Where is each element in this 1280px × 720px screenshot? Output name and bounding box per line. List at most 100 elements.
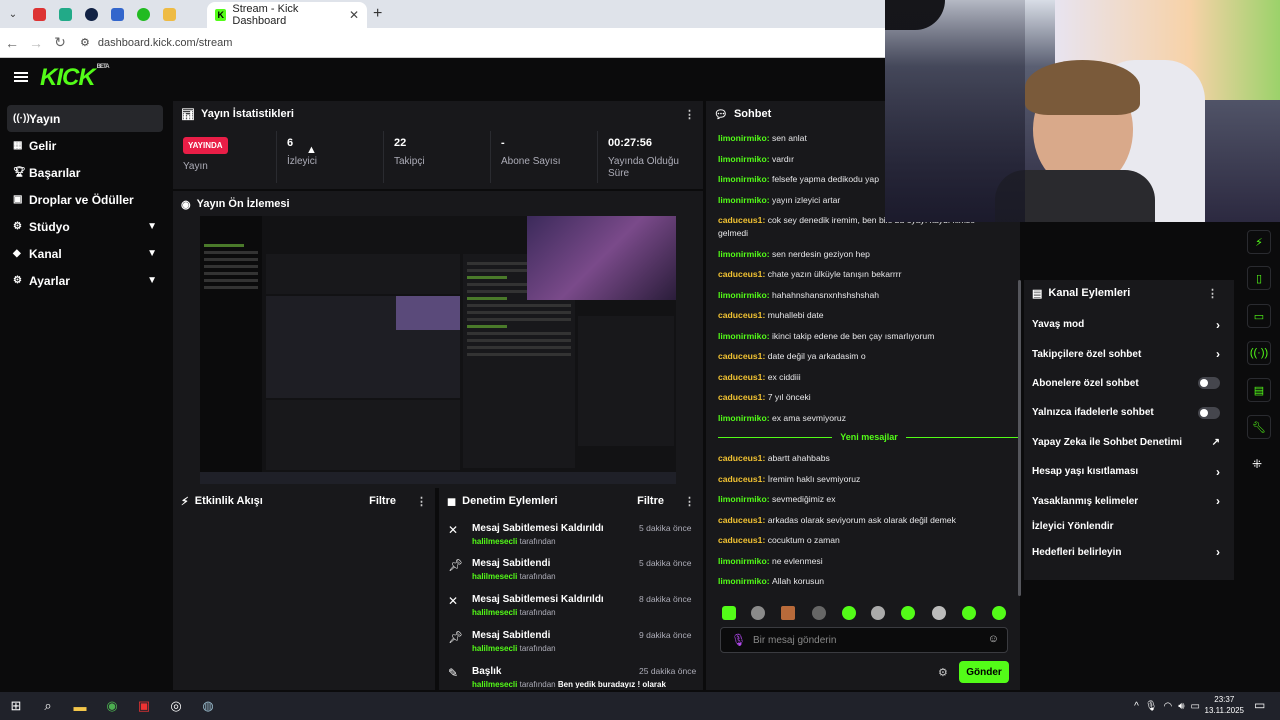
chat-username[interactable]: caduceus1: [718, 453, 762, 463]
toggle-switch[interactable]: [1198, 377, 1220, 390]
emote-icon[interactable]: [722, 606, 736, 620]
emote-icon[interactable]: [992, 606, 1006, 620]
chat-username[interactable]: caduceus1: [718, 515, 762, 525]
close-tab-icon[interactable]: ✕: [349, 8, 359, 22]
chat-bubble-icon[interactable]: ▭: [1247, 304, 1271, 328]
sidebar-item-kanal[interactable]: ◆ Kanal ▼: [7, 240, 163, 267]
chrome-icon[interactable]: ◉: [96, 692, 128, 720]
action-izleyici-yonlendir[interactable]: İzleyici Yönlendir: [1024, 516, 1234, 538]
document-icon[interactable]: ▯: [1247, 266, 1271, 290]
mod-user[interactable]: halilmesecli: [472, 537, 517, 546]
tab-favicon[interactable]: [130, 0, 156, 28]
chat-username[interactable]: limonirmiko: [718, 133, 767, 143]
steam-icon[interactable]: ◍: [192, 692, 224, 720]
chat-username[interactable]: caduceus1: [718, 310, 762, 320]
site-info-icon[interactable]: ⚙: [80, 36, 90, 49]
wifi-icon[interactable]: ◠: [1164, 701, 1173, 712]
chat-username[interactable]: caduceus1: [718, 269, 762, 279]
chat-scrollbar[interactable]: [1018, 280, 1021, 596]
sidebar-item-studyo[interactable]: ⚙ Stüdyo ▼: [7, 213, 163, 240]
action-takipci-sohbet[interactable]: Takipçilere özel sohbet ›: [1024, 339, 1234, 368]
wrench-icon[interactable]: 🔧︎: [1247, 415, 1271, 439]
mod-user[interactable]: halilmesecli: [472, 572, 517, 581]
emote-icon[interactable]: [871, 606, 885, 620]
chat-input[interactable]: 🎙︎ Bir mesaj gönderin ☺: [720, 627, 1008, 653]
emoji-picker-icon[interactable]: ☺: [988, 633, 999, 645]
mic-icon[interactable]: 🎙︎: [731, 633, 746, 647]
chat-username[interactable]: caduceus1: [718, 474, 762, 484]
chat-username[interactable]: caduceus1: [718, 215, 762, 225]
chat-username[interactable]: caduceus1: [718, 351, 762, 361]
extensions-icon[interactable]: ⁜: [1252, 457, 1262, 471]
kebab-icon[interactable]: ⋮: [684, 108, 695, 121]
action-hesap-yasi[interactable]: Hesap yaşı kısıtlaması ›: [1024, 457, 1234, 486]
toggle-switch[interactable]: [1198, 406, 1220, 419]
kebab-icon[interactable]: ⋮: [684, 495, 695, 508]
action-hedefler[interactable]: Hedefleri belirleyin ›: [1024, 538, 1234, 567]
windows-start-icon[interactable]: ⊞: [0, 692, 32, 720]
search-icon[interactable]: ⌕: [32, 692, 64, 720]
sidebar-item-ayarlar[interactable]: ⚙ Ayarlar ▼: [7, 267, 163, 294]
tab-list-icon[interactable]: ⌄: [0, 0, 26, 28]
chevron-up-icon[interactable]: ^: [1134, 701, 1139, 712]
file-explorer-icon[interactable]: ▬: [64, 692, 96, 720]
sidebar-item-basarilar[interactable]: 🏆︎ Başarılar: [7, 159, 163, 186]
reload-icon[interactable]: ↻: [48, 34, 72, 51]
app-icon[interactable]: ▣: [128, 692, 160, 720]
forward-icon[interactable]: →: [24, 35, 48, 51]
filter-button[interactable]: Filtre: [637, 495, 664, 507]
chat-username[interactable]: limonirmiko: [718, 576, 767, 586]
system-clock[interactable]: 23:37 13.11.2025: [1205, 694, 1244, 716]
action-yavas-mod[interactable]: Yavaş mod ›: [1024, 310, 1234, 339]
filter-button[interactable]: Filtre: [369, 495, 396, 507]
chat-username[interactable]: limonirmiko: [718, 154, 767, 164]
chat-username[interactable]: caduceus1: [718, 535, 762, 545]
chat-settings-icon[interactable]: ⚙: [938, 666, 948, 679]
tab-favicon[interactable]: [104, 0, 130, 28]
stream-preview-video[interactable]: [200, 216, 676, 484]
emote-icon[interactable]: [751, 606, 765, 620]
kick-logo[interactable]: KICK BETA: [40, 64, 110, 92]
mod-user[interactable]: halilmesecli: [472, 644, 517, 653]
chat-username[interactable]: caduceus1: [718, 392, 762, 402]
new-tab-icon[interactable]: +: [373, 5, 382, 23]
layout-icon[interactable]: ▤: [1247, 378, 1271, 402]
tab-favicon[interactable]: [156, 0, 182, 28]
mic-icon[interactable]: 🎙︎: [1145, 701, 1158, 712]
mod-user[interactable]: halilmesecli: [472, 608, 517, 617]
broadcast-icon[interactable]: ((·)): [1247, 341, 1271, 365]
sidebar-item-yayin[interactable]: ((·)) Yayın: [7, 105, 163, 132]
chat-username[interactable]: limonirmiko: [718, 494, 767, 504]
chat-username[interactable]: limonirmiko: [718, 195, 767, 205]
back-icon[interactable]: ←: [0, 35, 24, 51]
action-yapay-zeka[interactable]: Yapay Zeka ile Sohbet Denetimi ↗: [1024, 428, 1234, 457]
chat-username[interactable]: limonirmiko: [718, 413, 767, 423]
chat-username[interactable]: limonirmiko: [718, 249, 767, 259]
chat-username[interactable]: limonirmiko: [718, 290, 767, 300]
chat-username[interactable]: caduceus1: [718, 372, 762, 382]
tab-favicon[interactable]: [52, 0, 78, 28]
action-yasakli-kelimeler[interactable]: Yasaklanmış kelimeler ›: [1024, 486, 1234, 515]
lightning-icon[interactable]: ⚡︎: [1247, 230, 1271, 254]
obs-icon[interactable]: ◎: [160, 692, 192, 720]
chat-username[interactable]: limonirmiko: [718, 556, 767, 566]
menu-icon[interactable]: [14, 72, 28, 82]
battery-icon[interactable]: ▭: [1191, 701, 1200, 712]
emote-icon[interactable]: [962, 606, 976, 620]
speaker-icon[interactable]: 🔊︎: [1178, 701, 1184, 712]
kebab-icon[interactable]: ⋮: [416, 495, 427, 508]
tab-favicon[interactable]: [78, 0, 104, 28]
sidebar-item-gelir[interactable]: ▦ Gelir: [7, 132, 163, 159]
emote-icon[interactable]: [842, 606, 856, 620]
kebab-icon[interactable]: ⋮: [1207, 287, 1218, 300]
emote-icon[interactable]: [812, 606, 826, 620]
tab-favicon[interactable]: [26, 0, 52, 28]
sidebar-item-droplar[interactable]: ▣ Droplar ve Ödüller: [7, 186, 163, 213]
active-browser-tab[interactable]: K Stream - Kick Dashboard ✕: [207, 2, 367, 28]
notification-icon[interactable]: ▭: [1254, 698, 1265, 712]
url-field[interactable]: ⚙ dashboard.kick.com/stream: [80, 36, 232, 50]
emote-icon[interactable]: [781, 606, 795, 620]
emote-icon[interactable]: [901, 606, 915, 620]
mod-user[interactable]: halilmesecli: [472, 680, 517, 688]
chat-username[interactable]: limonirmiko: [718, 331, 767, 341]
